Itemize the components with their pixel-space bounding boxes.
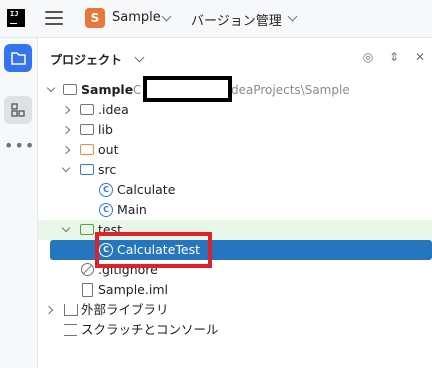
collapse-arrow-icon[interactable] [44, 305, 54, 315]
tree-item-label: src [98, 162, 117, 177]
panel-title-chevron-down-icon[interactable] [134, 52, 145, 63]
module-folder-icon [63, 84, 77, 95]
tree-row-external-libraries[interactable]: 外部ライブラリ [38, 300, 432, 320]
expand-arrow-icon[interactable] [46, 83, 56, 93]
collapse-arrow-icon[interactable] [61, 125, 71, 135]
tree-row-out[interactable]: out [38, 140, 432, 160]
library-icon [64, 304, 78, 316]
project-badge[interactable]: S [85, 8, 105, 28]
main-menu-icon[interactable] [45, 11, 63, 25]
tree-item-label: out [98, 142, 119, 157]
close-icon[interactable]: ✕ [413, 50, 427, 64]
project-selector[interactable]: Sample [112, 10, 161, 25]
project-chevron-down-icon[interactable] [161, 11, 172, 22]
tree-row-main[interactable]: C Main [38, 200, 432, 220]
tool-window-strip: ••• [0, 38, 38, 368]
title-bar: IJ S Sample バージョン管理 [0, 0, 432, 38]
collapse-arrow-icon[interactable] [61, 105, 71, 115]
tree-item-label: lib [98, 122, 113, 137]
project-tool-button[interactable] [4, 44, 32, 72]
tree-item-label: スクラッチとコンソール [81, 322, 219, 337]
file-icon [82, 283, 93, 297]
tree-row-calculate[interactable]: C Calculate [38, 180, 432, 200]
tree-item-label: Sample.iml [98, 282, 168, 297]
class-icon: C [99, 203, 113, 217]
tree-root-label: Sample [81, 82, 134, 97]
locate-icon[interactable]: ◎ [361, 50, 375, 64]
tree-row-iml[interactable]: Sample.iml [38, 280, 432, 300]
highlight-callout-box [95, 232, 212, 268]
vcs-chevron-down-icon[interactable] [287, 11, 298, 22]
folder-icon [80, 104, 94, 115]
structure-tool-button[interactable] [4, 96, 32, 124]
more-tools-icon[interactable]: ••• [4, 136, 34, 164]
vcs-menu[interactable]: バージョン管理 [191, 10, 282, 29]
expand-collapse-icon[interactable]: ⇕ [387, 50, 401, 64]
panel-title[interactable]: プロジェクト [50, 51, 122, 68]
redaction-box [143, 76, 232, 102]
tree-row-lib[interactable]: lib [38, 120, 432, 140]
tree-item-label: Main [117, 202, 147, 217]
source-folder-icon [80, 164, 94, 175]
root-path-end: deaProjects\Sample [231, 83, 350, 97]
logo-text: IJ [10, 10, 19, 18]
tree-item-label: Calculate [117, 182, 176, 197]
expand-arrow-icon[interactable] [61, 223, 71, 233]
intellij-logo-icon[interactable]: IJ [7, 9, 25, 27]
tree-row-src[interactable]: src [38, 160, 432, 180]
class-icon: C [99, 183, 113, 197]
output-folder-icon [80, 144, 94, 155]
tree-item-label: 外部ライブラリ [81, 302, 169, 317]
root-path-start: C [133, 83, 142, 97]
tree-row-root[interactable]: Sample C deaProjects\Sample [38, 80, 432, 100]
folder-icon [80, 124, 94, 135]
collapse-arrow-icon[interactable] [61, 145, 71, 155]
structure-icon [11, 103, 25, 117]
expand-arrow-icon[interactable] [61, 163, 71, 173]
ignored-file-icon [81, 263, 94, 276]
tree-item-label: .idea [98, 102, 129, 117]
folder-icon [11, 52, 26, 65]
scratches-icon [64, 324, 77, 336]
tree-row-scratches[interactable]: スクラッチとコンソール [38, 320, 432, 340]
tree-row-idea[interactable]: .idea [38, 100, 432, 120]
test-folder-icon [80, 224, 94, 235]
